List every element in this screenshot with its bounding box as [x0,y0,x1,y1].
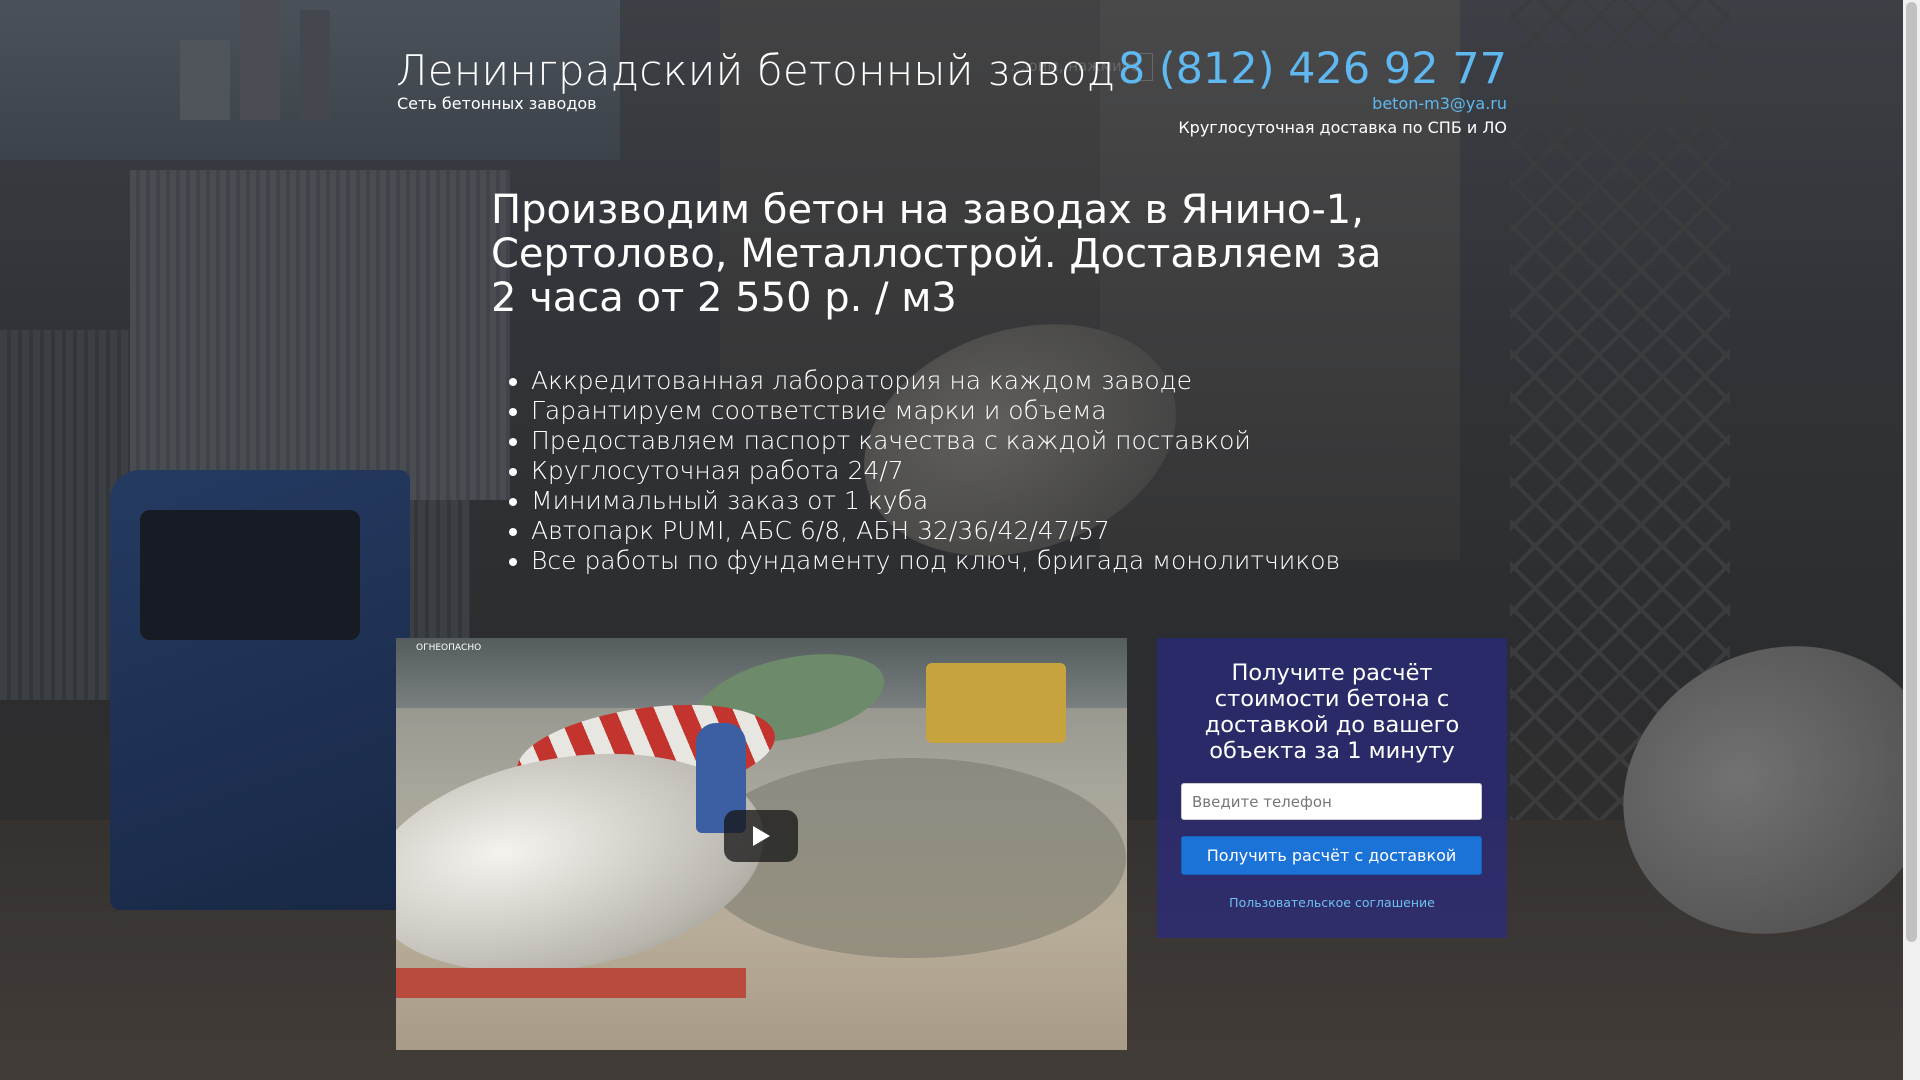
delivery-info: Круглосуточная доставка по СПБ и ЛО [1178,118,1507,137]
video-play-button[interactable] [724,810,798,862]
feature-item: Круглосуточная работа 24/7 [531,456,1340,486]
video-player[interactable]: ОГНЕОПАСНО [396,638,1127,1050]
phone-input[interactable] [1181,783,1482,820]
feature-item: Аккредитованная лаборатория на каждом за… [531,366,1340,396]
scrollbar-thumb[interactable] [1906,2,1917,942]
get-quote-button[interactable]: Получить расчёт с доставкой [1181,836,1482,875]
form-title: Получите расчёт стоимости бетона с доста… [1204,660,1460,764]
user-agreement-link[interactable]: Пользовательское соглашение [1157,895,1507,910]
play-icon [753,826,770,846]
page-scrollbar[interactable] [1903,0,1920,1080]
hero-headline: Производим бетон на заводах в Янино-1, С… [491,187,1382,321]
feature-item: Все работы по фундаменту под ключ, брига… [531,546,1340,576]
site-title: Ленинградский бетонный завод [396,46,1116,95]
feature-item: Минимальный заказ от 1 куба [531,486,1340,516]
phone-number-link[interactable]: 8 (812) 426 92 77 [1118,44,1507,94]
video-sign-text: ОГНЕОПАСНО [416,643,482,653]
email-link[interactable]: beton-m3@ya.ru [1372,94,1507,113]
site-subtitle: Сеть бетонных заводов [397,94,597,113]
feature-item: Предоставляем паспорт качества с каждой … [531,426,1340,456]
feature-item: Автопарк PUMI, АБС 6/8, АБН 32/36/42/47/… [531,516,1340,546]
quote-form-panel: Получите расчёт стоимости бетона с доста… [1157,638,1507,938]
feature-item: Гарантируем соответствие марки и объема [531,396,1340,426]
features-list: Аккредитованная лаборатория на каждом за… [491,366,1340,576]
